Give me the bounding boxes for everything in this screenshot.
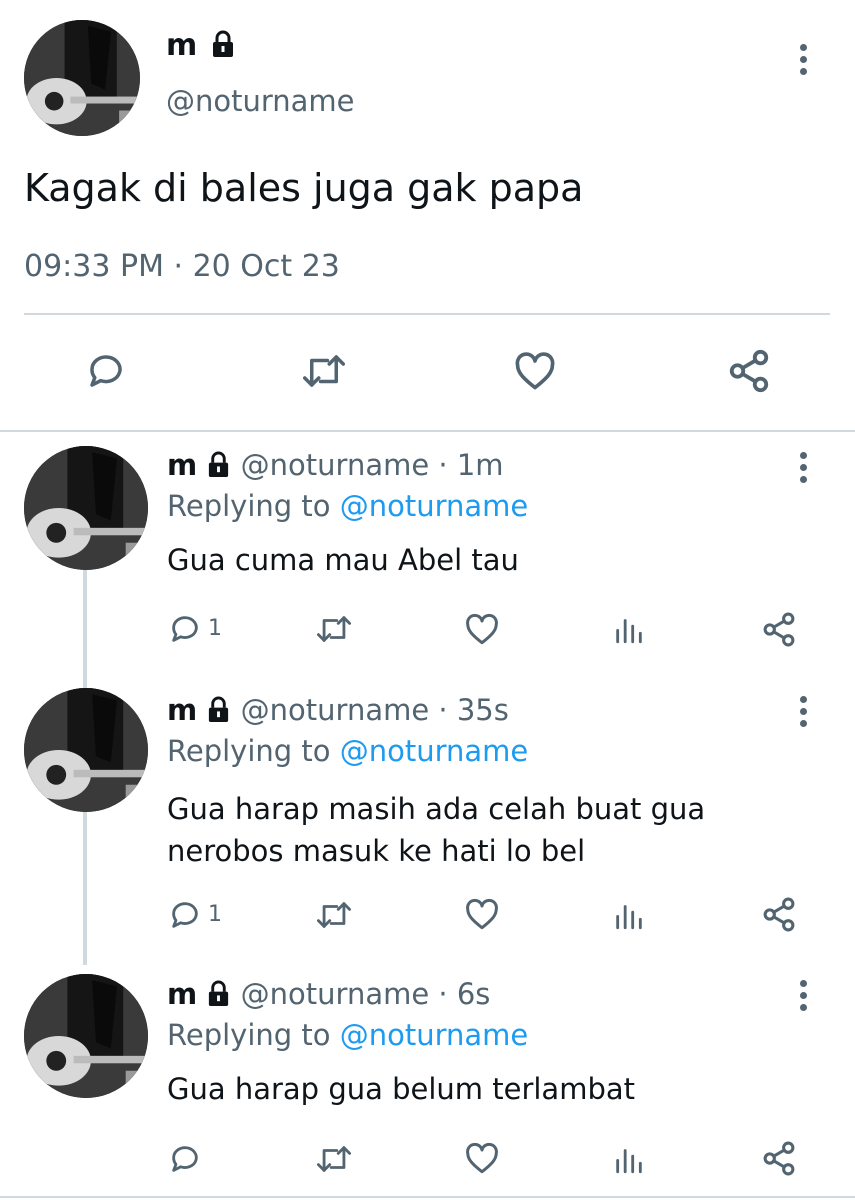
share-icon[interactable] (725, 348, 773, 394)
reply-icon[interactable] (167, 898, 203, 932)
reply-text-line: Gua harap masih ada celah buat gua (167, 792, 706, 826)
retweet-icon[interactable] (313, 1142, 355, 1176)
lock-icon (212, 30, 233, 57)
handle[interactable]: @noturname (241, 977, 430, 1011)
reply-header: m @noturname · 35s (167, 693, 509, 727)
lock-icon (209, 696, 229, 722)
reply-text: Gua harap masih ada celah buat gua nerob… (167, 788, 705, 872)
share-icon[interactable] (760, 896, 798, 933)
retweet-icon[interactable] (313, 612, 355, 646)
reply-header: m @noturname · 1m (167, 448, 504, 482)
avatar-image (24, 20, 140, 136)
reply-text-line: Gua cuma mau Abel tau (167, 543, 519, 577)
more-options-icon[interactable] (800, 696, 808, 732)
avatar[interactable] (24, 20, 140, 136)
analytics-icon[interactable] (612, 898, 646, 932)
display-name[interactable]: m (166, 28, 236, 63)
divider (24, 313, 830, 315)
reply-header: m @noturname · 6s (167, 977, 490, 1011)
replying-to: Replying to @noturname (167, 1018, 528, 1052)
reply-count: 1 (208, 616, 222, 641)
display-name[interactable]: m (167, 977, 197, 1011)
reply-text: Gua cuma mau Abel tau (167, 543, 519, 577)
avatar-image (24, 688, 148, 812)
share-icon[interactable] (760, 611, 798, 648)
like-icon[interactable] (463, 612, 501, 648)
share-icon[interactable] (760, 1140, 798, 1177)
display-name[interactable]: m (167, 448, 197, 482)
divider (0, 1196, 855, 1198)
avatar[interactable] (24, 688, 148, 812)
like-icon[interactable] (463, 897, 501, 933)
reply-icon[interactable] (84, 350, 128, 392)
avatar-image (24, 974, 148, 1098)
replying-to-label: Replying to (167, 1018, 331, 1052)
handle[interactable]: @noturname (241, 448, 430, 482)
reply-text-line: nerobos masuk ke hati lo bel (167, 834, 586, 868)
more-options-icon[interactable] (800, 452, 808, 488)
replying-to-label: Replying to (167, 489, 331, 523)
avatar[interactable] (24, 974, 148, 1098)
reply-time[interactable]: · 1m (438, 448, 503, 482)
replying-to-handle[interactable]: @noturname (340, 489, 529, 523)
reply-text-line: Gua harap gua belum terlambat (167, 1072, 636, 1106)
display-name[interactable]: m (167, 693, 197, 727)
retweet-icon[interactable] (298, 350, 350, 392)
avatar-image (24, 446, 148, 570)
tweet-text: Kagak di bales juga gak papa (24, 166, 584, 210)
tweet-timestamp[interactable]: 09:33 PM · 20 Oct 23 (24, 249, 340, 284)
like-icon[interactable] (511, 350, 559, 394)
display-name-text: m (166, 28, 198, 63)
reply-time[interactable]: · 6s (438, 977, 490, 1011)
reply-time[interactable]: · 35s (438, 693, 508, 727)
reply-count: 1 (208, 902, 222, 927)
avatar[interactable] (24, 446, 148, 570)
replying-to-label: Replying to (167, 734, 331, 768)
like-icon[interactable] (463, 1141, 501, 1177)
reply-icon[interactable] (167, 612, 203, 646)
reply-icon[interactable] (167, 1142, 203, 1176)
handle[interactable]: @noturname (241, 693, 430, 727)
replying-to-handle[interactable]: @noturname (340, 734, 529, 768)
replying-to: Replying to @noturname (167, 734, 528, 768)
analytics-icon[interactable] (612, 1142, 646, 1176)
analytics-icon[interactable] (612, 612, 646, 646)
more-options-icon[interactable] (800, 44, 808, 80)
lock-icon (209, 451, 229, 477)
replying-to: Replying to @noturname (167, 489, 528, 523)
reply-text: Gua harap gua belum terlambat (167, 1072, 635, 1106)
lock-icon (209, 980, 229, 1006)
handle[interactable]: @noturname (166, 84, 355, 118)
more-options-icon[interactable] (800, 980, 808, 1016)
replying-to-handle[interactable]: @noturname (340, 1018, 529, 1052)
retweet-icon[interactable] (313, 898, 355, 932)
divider (0, 430, 855, 432)
